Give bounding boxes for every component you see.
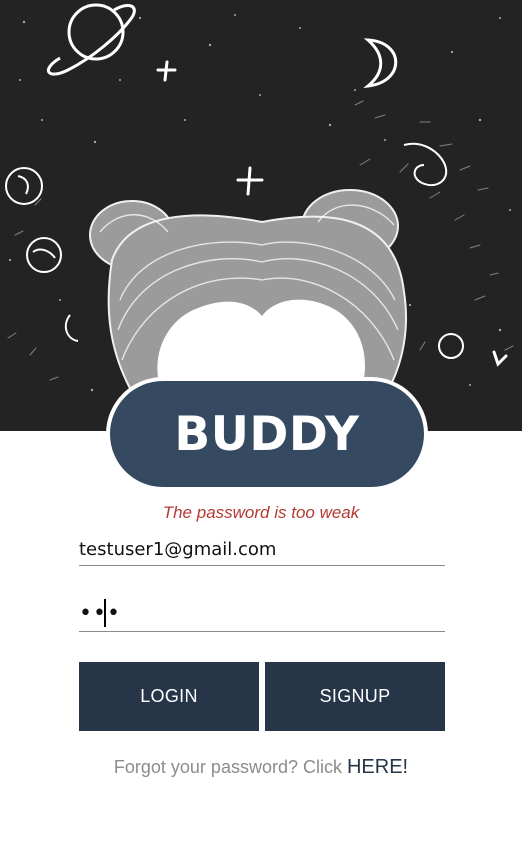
text-caret: [104, 599, 106, 627]
login-screen: BUDDY The password is too weak LOGIN SIG…: [0, 0, 522, 865]
forgot-password-prefix: Forgot your password? Click: [113, 757, 347, 777]
signup-button[interactable]: SIGNUP: [265, 662, 445, 731]
password-error-message: The password is too weak: [162, 503, 360, 522]
brand-badge: BUDDY: [106, 377, 428, 491]
password-field[interactable]: [79, 596, 445, 632]
login-button[interactable]: LOGIN: [79, 662, 259, 731]
brand-title: BUDDY: [110, 381, 424, 487]
hero-illustration: [0, 0, 522, 431]
forgot-password-text: Forgot your password? Click HERE!: [0, 756, 522, 779]
email-field[interactable]: [79, 534, 445, 566]
forgot-password-link[interactable]: HERE!: [347, 756, 408, 778]
